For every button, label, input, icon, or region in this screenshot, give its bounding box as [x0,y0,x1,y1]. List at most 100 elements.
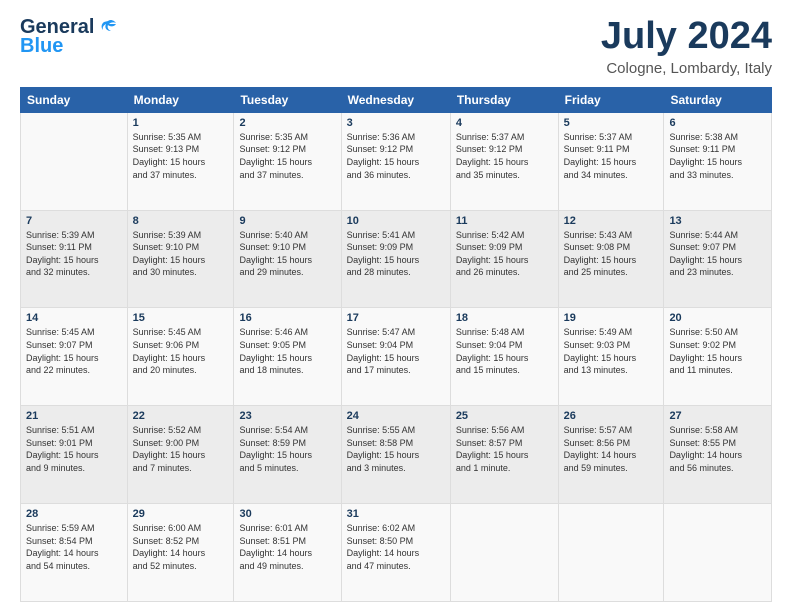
calendar-cell [664,504,772,602]
cell-content: Sunrise: 5:39 AM Sunset: 9:10 PM Dayligh… [133,229,229,279]
cell-content: Sunrise: 5:45 AM Sunset: 9:06 PM Dayligh… [133,326,229,376]
weekday-header-row: SundayMondayTuesdayWednesdayThursdayFrid… [21,87,772,112]
cell-content: Sunrise: 5:52 AM Sunset: 9:00 PM Dayligh… [133,424,229,474]
calendar-cell: 21Sunrise: 5:51 AM Sunset: 9:01 PM Dayli… [21,406,128,504]
calendar-week-row: 21Sunrise: 5:51 AM Sunset: 9:01 PM Dayli… [21,406,772,504]
calendar-cell: 24 Sunrise: 5:55 AM Sunset: 8:58 PM Dayli… [341,406,450,504]
day-number: 14 [26,312,122,324]
cell-content: Sunrise: 5:56 AM Sunset: 8:57 PM Dayligh… [456,424,553,474]
calendar-cell: 15 Sunrise: 5:45 AM Sunset: 9:06 PM Dayli… [127,308,234,406]
day-number: 16 [239,312,335,324]
cell-content: Sunrise: 5:50 AM Sunset: 9:02 PM Dayligh… [669,326,766,376]
calendar-cell: 13 Sunrise: 5:44 AM Sunset: 9:07 PM Dayli… [664,210,772,308]
day-number: 4 [456,117,553,129]
cell-content: Sunrise: 5:40 AM Sunset: 9:10 PM Dayligh… [239,229,335,279]
day-number: 7 [26,215,122,227]
day-number: 19 [564,312,659,324]
calendar-cell [558,504,664,602]
calendar-cell [21,112,128,210]
calendar-cell: 26Sunrise: 5:57 AM Sunset: 8:56 PM Dayli… [558,406,664,504]
calendar-cell: 14 Sunrise: 5:45 AM Sunset: 9:07 PM Dayli… [21,308,128,406]
cell-content: Sunrise: 5:55 AM Sunset: 8:58 PM Dayligh… [347,424,445,474]
day-number: 27 [669,410,766,422]
cell-content: Sunrise: 5:57 AM Sunset: 8:56 PM Dayligh… [564,424,659,474]
day-number: 20 [669,312,766,324]
weekday-header-tuesday: Tuesday [234,87,341,112]
weekday-header-sunday: Sunday [21,87,128,112]
day-number: 3 [347,117,445,129]
calendar-cell: 30 Sunrise: 6:01 AM Sunset: 8:51 PM Dayli… [234,504,341,602]
cell-content: Sunrise: 5:45 AM Sunset: 9:07 PM Dayligh… [26,326,122,376]
calendar-week-row: 7 Sunrise: 5:39 AM Sunset: 9:11 PM Daylig… [21,210,772,308]
cell-content: Sunrise: 5:49 AM Sunset: 9:03 PM Dayligh… [564,326,659,376]
day-number: 22 [133,410,229,422]
calendar-cell: 7 Sunrise: 5:39 AM Sunset: 9:11 PM Daylig… [21,210,128,308]
calendar-cell: 22 Sunrise: 5:52 AM Sunset: 9:00 PM Dayli… [127,406,234,504]
day-number: 13 [669,215,766,227]
day-number: 29 [133,508,229,520]
day-number: 15 [133,312,229,324]
weekday-header-thursday: Thursday [450,87,558,112]
weekday-header-saturday: Saturday [664,87,772,112]
calendar-page: General Blue July 2024 Cologne, Lombardy… [0,0,792,612]
day-number: 10 [347,215,445,227]
location-title: Cologne, Lombardy, Italy [601,60,772,77]
calendar-week-row: 1Sunrise: 5:35 AM Sunset: 9:13 PM Daylig… [21,112,772,210]
day-number: 17 [347,312,445,324]
calendar-cell: 29 Sunrise: 6:00 AM Sunset: 8:52 PM Dayli… [127,504,234,602]
calendar-cell: 5Sunrise: 5:37 AM Sunset: 9:11 PM Daylig… [558,112,664,210]
logo-bird-icon [96,17,118,39]
calendar-cell: 6 Sunrise: 5:38 AM Sunset: 9:11 PM Daylig… [664,112,772,210]
cell-content: Sunrise: 5:41 AM Sunset: 9:09 PM Dayligh… [347,229,445,279]
calendar-cell: 4 Sunrise: 5:37 AM Sunset: 9:12 PM Daylig… [450,112,558,210]
weekday-header-wednesday: Wednesday [341,87,450,112]
cell-content: Sunrise: 6:02 AM Sunset: 8:50 PM Dayligh… [347,522,445,572]
calendar-cell: 16 Sunrise: 5:46 AM Sunset: 9:05 PM Dayli… [234,308,341,406]
day-number: 8 [133,215,229,227]
cell-content: Sunrise: 5:47 AM Sunset: 9:04 PM Dayligh… [347,326,445,376]
calendar-cell: 2Sunrise: 5:35 AM Sunset: 9:12 PM Daylig… [234,112,341,210]
calendar-cell: 27 Sunrise: 5:58 AM Sunset: 8:55 PM Dayli… [664,406,772,504]
calendar-cell: 8 Sunrise: 5:39 AM Sunset: 9:10 PM Daylig… [127,210,234,308]
cell-content: Sunrise: 5:54 AM Sunset: 8:59 PM Dayligh… [239,424,335,474]
cell-content: Sunrise: 5:39 AM Sunset: 9:11 PM Dayligh… [26,229,122,279]
day-number: 25 [456,410,553,422]
cell-content: Sunrise: 5:37 AM Sunset: 9:12 PM Dayligh… [456,131,553,181]
cell-content: Sunrise: 5:59 AM Sunset: 8:54 PM Dayligh… [26,522,122,572]
day-number: 11 [456,215,553,227]
day-number: 30 [239,508,335,520]
header: General Blue July 2024 Cologne, Lombardy… [20,16,772,77]
calendar-cell: 12Sunrise: 5:43 AM Sunset: 9:08 PM Dayli… [558,210,664,308]
day-number: 1 [133,117,229,129]
calendar-cell: 1Sunrise: 5:35 AM Sunset: 9:13 PM Daylig… [127,112,234,210]
day-number: 6 [669,117,766,129]
day-number: 24 [347,410,445,422]
title-area: July 2024 Cologne, Lombardy, Italy [601,16,772,77]
calendar-cell: 9 Sunrise: 5:40 AM Sunset: 9:10 PM Daylig… [234,210,341,308]
cell-content: Sunrise: 5:44 AM Sunset: 9:07 PM Dayligh… [669,229,766,279]
cell-content: Sunrise: 5:58 AM Sunset: 8:55 PM Dayligh… [669,424,766,474]
day-number: 31 [347,508,445,520]
day-number: 5 [564,117,659,129]
calendar-cell [450,504,558,602]
calendar-cell: 11 Sunrise: 5:42 AM Sunset: 9:09 PM Dayli… [450,210,558,308]
calendar-cell: 28Sunrise: 5:59 AM Sunset: 8:54 PM Dayli… [21,504,128,602]
calendar-cell: 23 Sunrise: 5:54 AM Sunset: 8:59 PM Dayli… [234,406,341,504]
cell-content: Sunrise: 5:42 AM Sunset: 9:09 PM Dayligh… [456,229,553,279]
calendar-cell: 19 Sunrise: 5:49 AM Sunset: 9:03 PM Dayli… [558,308,664,406]
calendar-cell: 18Sunrise: 5:48 AM Sunset: 9:04 PM Dayli… [450,308,558,406]
cell-content: Sunrise: 6:01 AM Sunset: 8:51 PM Dayligh… [239,522,335,572]
day-number: 9 [239,215,335,227]
cell-content: Sunrise: 5:35 AM Sunset: 9:12 PM Dayligh… [239,131,335,181]
cell-content: Sunrise: 5:38 AM Sunset: 9:11 PM Dayligh… [669,131,766,181]
logo-blue-text: Blue [20,35,63,58]
cell-content: Sunrise: 5:36 AM Sunset: 9:12 PM Dayligh… [347,131,445,181]
calendar-cell: 17 Sunrise: 5:47 AM Sunset: 9:04 PM Dayli… [341,308,450,406]
calendar-cell: 25 Sunrise: 5:56 AM Sunset: 8:57 PM Dayli… [450,406,558,504]
day-number: 12 [564,215,659,227]
weekday-header-monday: Monday [127,87,234,112]
weekday-header-friday: Friday [558,87,664,112]
cell-content: Sunrise: 5:46 AM Sunset: 9:05 PM Dayligh… [239,326,335,376]
cell-content: Sunrise: 6:00 AM Sunset: 8:52 PM Dayligh… [133,522,229,572]
day-number: 23 [239,410,335,422]
